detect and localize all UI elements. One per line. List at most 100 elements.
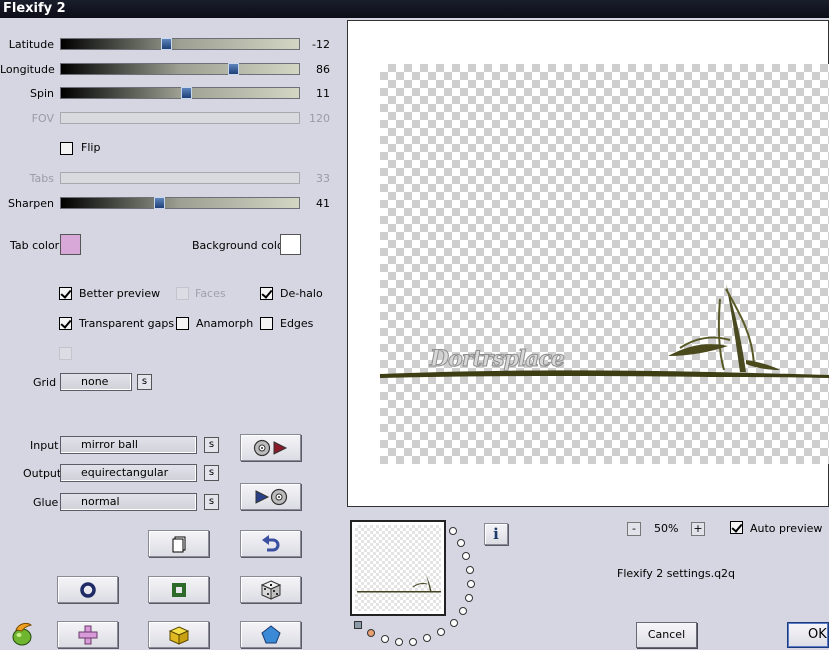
plus-shape-button[interactable] (57, 621, 118, 648)
glue-s-button[interactable]: s (204, 494, 219, 510)
window-title: Flexify 2 (3, 1, 66, 16)
info-button[interactable]: i (484, 523, 508, 545)
auto-preview-checkbox[interactable] (730, 521, 743, 534)
square-frame-icon (171, 582, 186, 597)
zoom-in-button[interactable]: + (691, 522, 705, 536)
history-dot-current[interactable] (367, 629, 375, 637)
history-dot[interactable] (457, 539, 465, 547)
ring-shape-button[interactable] (57, 576, 118, 603)
window-title-bar: Flexify 2 (0, 0, 829, 18)
longitude-label: Longitude (0, 63, 55, 76)
input-to-preview-button[interactable] (240, 434, 301, 461)
longitude-slider-thumb[interactable] (228, 63, 239, 75)
tab-color-swatch[interactable] (60, 234, 81, 255)
settings-filename: Flexify 2 settings.q2q (617, 567, 736, 580)
cube-button[interactable] (148, 621, 209, 648)
spin-slider-thumb[interactable] (181, 87, 192, 99)
thumbnail-image (357, 575, 441, 593)
output-label: Output (23, 467, 62, 480)
output-dropdown[interactable]: equirectangular (60, 464, 197, 482)
square-frame-button[interactable] (148, 576, 209, 603)
history-dot[interactable] (466, 566, 474, 574)
faces-checkbox (176, 287, 189, 300)
history-dot[interactable] (409, 638, 417, 646)
input-label: Input (30, 439, 59, 452)
history-dot[interactable] (449, 527, 457, 535)
transparent-gaps-label: Transparent gaps (79, 317, 175, 330)
preview-watermark: Dortrsplace (430, 346, 566, 373)
input-dropdown[interactable]: mirror ball (60, 436, 197, 454)
sharpen-slider[interactable] (60, 197, 300, 209)
output-from-preview-button[interactable] (240, 483, 301, 510)
sharpen-value: 41 (316, 197, 330, 210)
de-halo-label: De-halo (280, 287, 323, 300)
history-dot[interactable] (462, 552, 470, 560)
latitude-slider[interactable] (60, 38, 300, 50)
auto-preview-label: Auto preview (750, 522, 823, 535)
sharpen-slider-thumb[interactable] (154, 197, 165, 209)
sharpen-label: Sharpen (8, 197, 54, 210)
transparent-gaps-checkbox[interactable] (59, 317, 72, 330)
faces-label: Faces (195, 287, 226, 300)
history-dot[interactable] (423, 634, 431, 642)
de-halo-checkbox[interactable] (260, 287, 273, 300)
cancel-button[interactable]: Cancel (636, 622, 697, 648)
ring-icon (79, 581, 96, 598)
pentagon-button[interactable] (240, 621, 301, 648)
zoom-out-button[interactable]: - (627, 522, 641, 536)
tabs-slider (60, 172, 300, 184)
glue-label: Glue (33, 496, 59, 509)
pear-logo-icon (12, 622, 33, 646)
preview-panel[interactable]: Dortrsplace (347, 20, 829, 507)
longitude-value: 86 (316, 63, 330, 76)
history-dot[interactable] (465, 594, 473, 602)
info-icon: i (493, 525, 499, 543)
edges-checkbox[interactable] (260, 317, 273, 330)
history-dot[interactable] (381, 635, 389, 643)
spin-slider[interactable] (60, 87, 300, 99)
better-preview-checkbox[interactable] (59, 287, 72, 300)
grid-label: Grid (33, 376, 57, 389)
random-dice-button[interactable] (240, 576, 301, 603)
ok-button[interactable]: OK (787, 622, 829, 648)
blue-pentagon-icon (260, 624, 281, 643)
latitude-slider-thumb[interactable] (161, 38, 172, 50)
history-dot[interactable] (450, 619, 458, 627)
tabs-label: Tabs (29, 172, 54, 185)
input-s-button[interactable]: s (204, 437, 219, 453)
flip-checkbox[interactable] (60, 142, 73, 155)
latitude-value: -12 (312, 38, 330, 51)
history-dot[interactable] (459, 607, 467, 615)
output-s-button[interactable]: s (204, 465, 219, 481)
glue-dropdown[interactable]: normal (60, 493, 197, 511)
fov-label: FOV (31, 112, 54, 125)
fov-value: 120 (309, 112, 330, 125)
yellow-cube-icon (168, 625, 189, 645)
copy-pages-icon (172, 536, 185, 552)
history-dot[interactable] (467, 580, 475, 588)
preview-transparent-canvas: Dortrsplace (380, 64, 829, 464)
copy-button[interactable] (148, 530, 209, 557)
spin-value: 11 (316, 87, 330, 100)
history-dot[interactable] (395, 638, 403, 646)
tabs-value: 33 (316, 172, 330, 185)
grid-dropdown[interactable]: none (60, 373, 132, 391)
navigator-thumbnail[interactable] (350, 520, 446, 616)
history-start-square[interactable] (354, 621, 362, 629)
grid-s-button[interactable]: s (137, 374, 152, 390)
spin-label: Spin (30, 87, 54, 100)
background-color-label: Background color (192, 239, 289, 252)
undo-arrow-icon (261, 534, 279, 551)
background-color-swatch[interactable] (280, 234, 301, 255)
better-preview-label: Better preview (79, 287, 161, 300)
play-disc-icon (255, 488, 287, 505)
flaming-pear-logo[interactable] (9, 621, 37, 650)
longitude-slider[interactable] (60, 63, 300, 75)
history-dot[interactable] (437, 628, 445, 636)
zoom-level: 50% (654, 522, 679, 535)
latitude-label: Latitude (8, 38, 54, 51)
anamorph-checkbox[interactable] (176, 317, 189, 330)
fov-slider (60, 112, 300, 124)
flip-label: Flip (81, 141, 101, 154)
undo-button[interactable] (240, 530, 301, 557)
